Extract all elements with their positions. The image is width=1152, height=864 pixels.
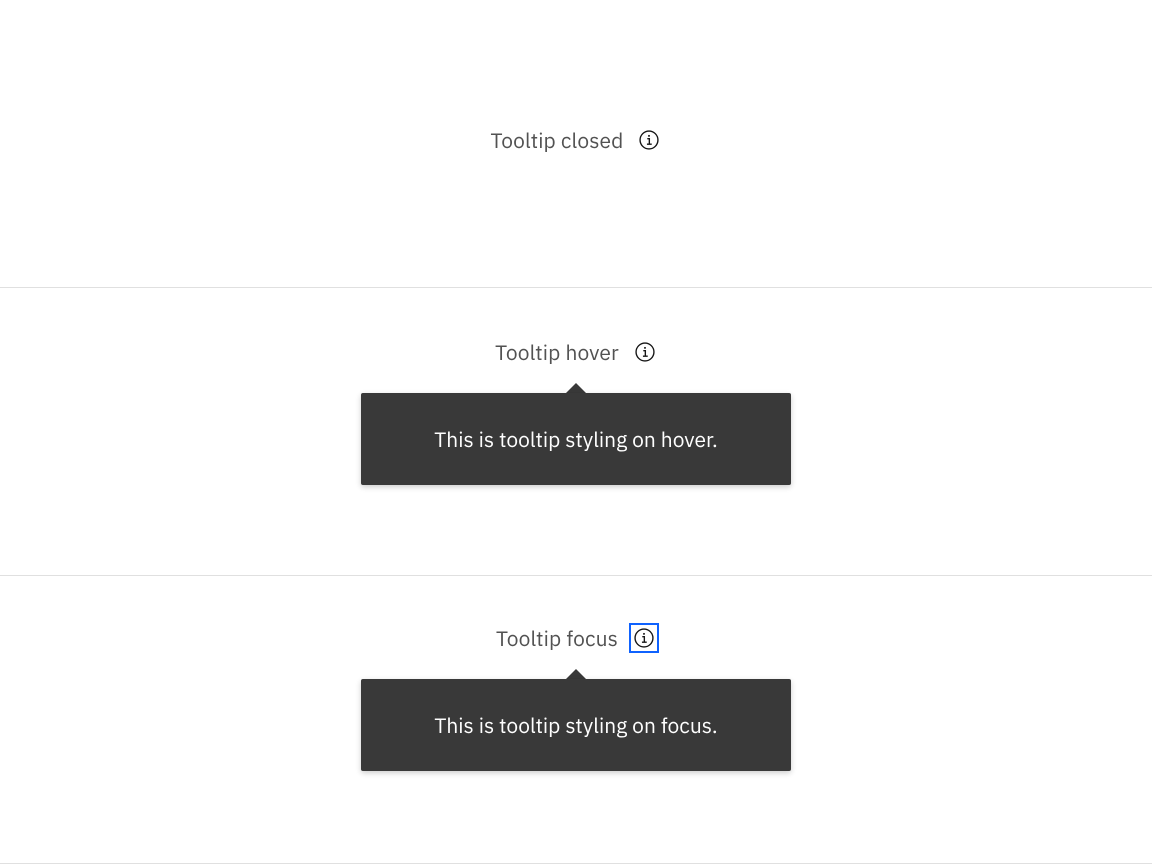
- tooltip-state-hover: Tooltip hover This is tooltip styling on…: [0, 288, 1152, 576]
- information-icon[interactable]: [633, 340, 657, 364]
- tooltip-caret: [566, 383, 586, 393]
- tooltip-label-row: Tooltip hover: [495, 338, 657, 366]
- tooltip-label-row: Tooltip focus: [496, 624, 656, 652]
- tooltip-label-text: Tooltip focus: [496, 624, 618, 652]
- tooltip-label-text: Tooltip closed: [491, 126, 624, 154]
- tooltip-content: This is tooltip styling on hover.: [361, 393, 791, 485]
- information-icon[interactable]: [637, 128, 661, 152]
- tooltip-content: This is tooltip styling on focus.: [361, 679, 791, 771]
- tooltip-caret: [566, 669, 586, 679]
- tooltip-state-focus: Tooltip focus This is tooltip styling on…: [0, 576, 1152, 864]
- tooltip-state-closed: Tooltip closed: [0, 0, 1152, 288]
- tooltip-label-text: Tooltip hover: [495, 338, 619, 366]
- tooltip-label-row: Tooltip closed: [491, 126, 662, 154]
- information-icon[interactable]: [632, 626, 656, 650]
